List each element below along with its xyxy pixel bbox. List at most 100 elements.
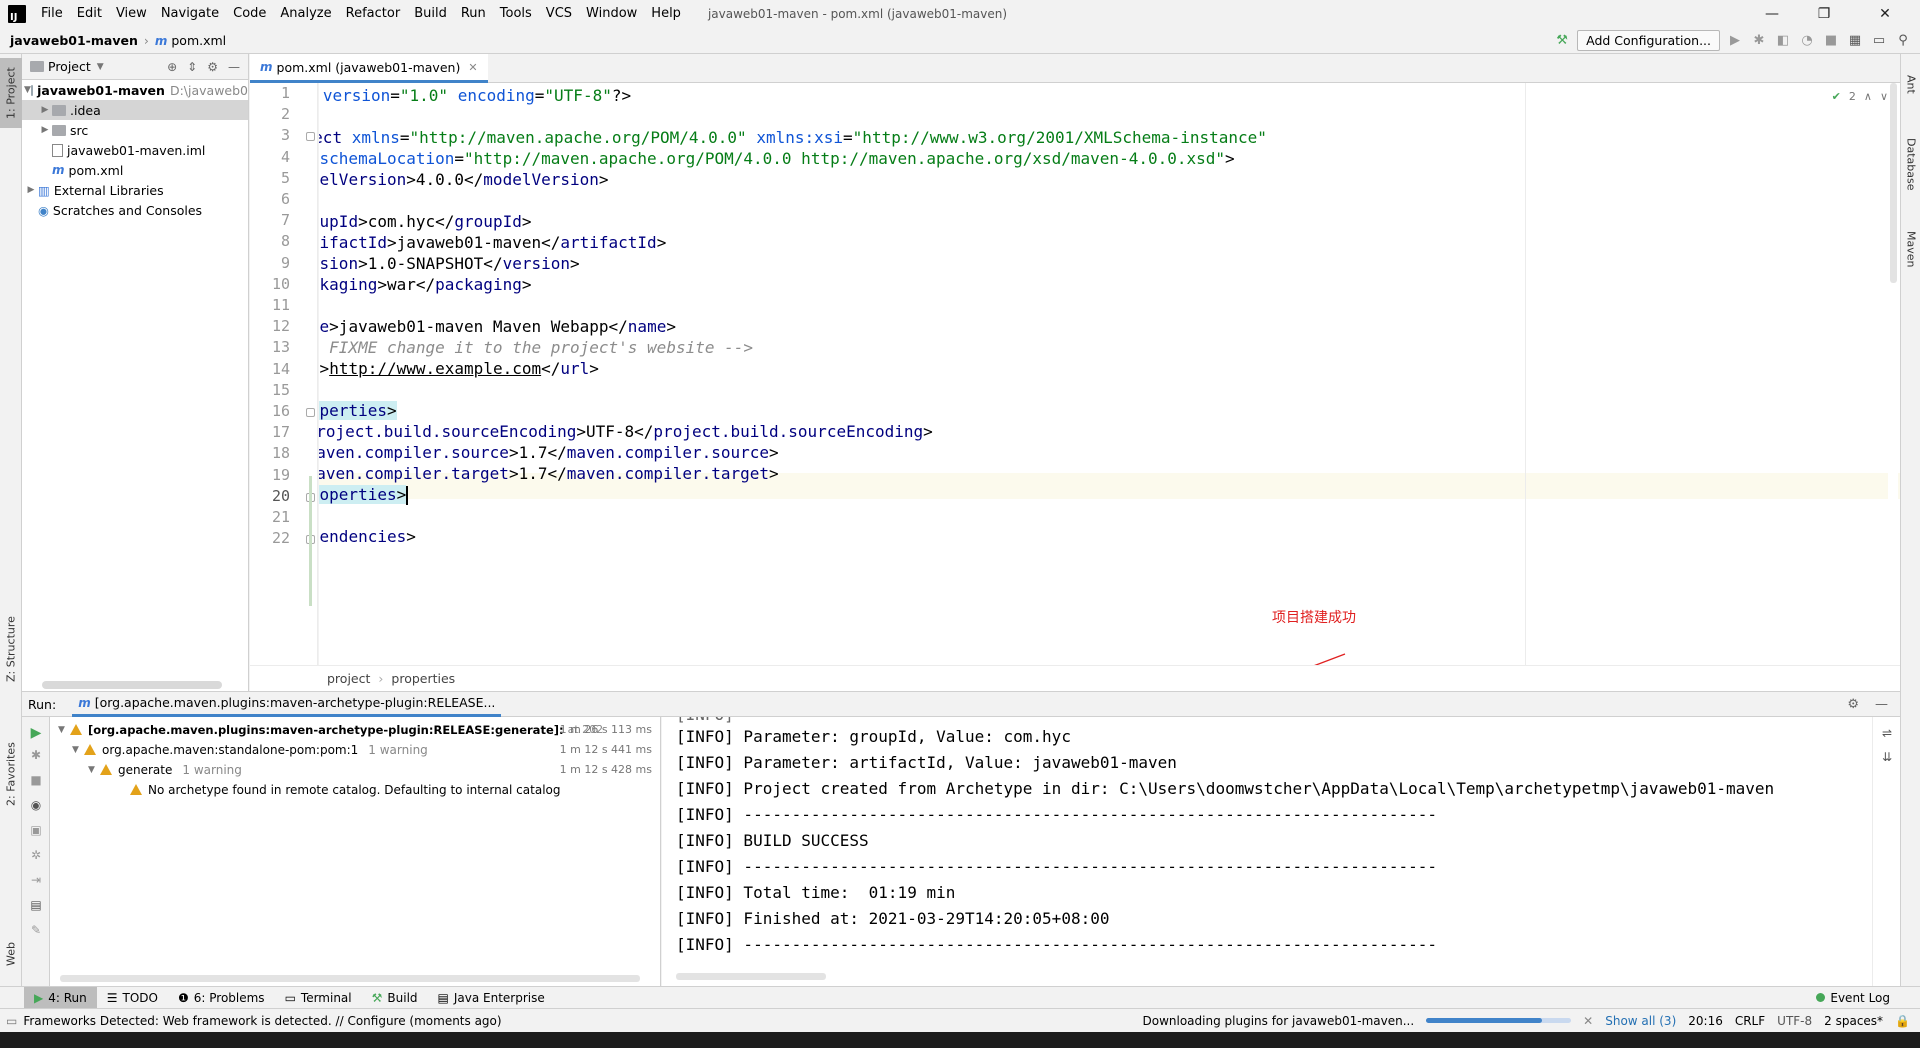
eye-icon[interactable]: ◉	[28, 797, 44, 813]
run-icon[interactable]: ▶	[1726, 32, 1744, 50]
chevron-up-icon[interactable]: ∧	[1864, 90, 1872, 103]
tree-item-project-root[interactable]: ▼ javaweb01-maven D:\javaweb0	[22, 80, 248, 100]
problems-tool-tab[interactable]: ❶ 6: Problems	[168, 987, 275, 1009]
menu-file[interactable]: File	[34, 0, 70, 28]
add-configuration-button[interactable]: Add Configuration...	[1577, 30, 1720, 51]
locate-icon[interactable]: ⊕	[167, 60, 177, 74]
build-hammer-icon[interactable]: ⚒	[1553, 32, 1571, 50]
tree-item-pom[interactable]: m pom.xml	[22, 160, 248, 180]
status-toggle-icon[interactable]: ▭	[6, 1014, 17, 1028]
menu-navigate[interactable]: Navigate	[154, 0, 226, 28]
maven-tool-tab[interactable]: Maven	[1901, 219, 1920, 279]
console-output[interactable]: [INFO] ---------------------------------…	[662, 717, 1872, 986]
lock-icon[interactable]: 🔒	[1895, 1014, 1910, 1028]
run-tree-generate[interactable]: ▼ generate 1 warning 1 m 12 s 428 ms	[88, 760, 658, 780]
build-tool-tab[interactable]: ⚒ Build	[362, 987, 428, 1009]
run-tree-pom[interactable]: ▼ org.apache.maven:standalone-pom:pom:1 …	[72, 740, 658, 760]
structure-tool-tab[interactable]: Z: Structure	[0, 609, 22, 689]
caret-position[interactable]: 20:16	[1688, 1014, 1723, 1028]
stop-icon[interactable]: ■	[28, 772, 44, 788]
search-icon[interactable]: ⚲	[1894, 32, 1912, 50]
collapse-all-icon[interactable]: ⇕	[187, 60, 197, 74]
menu-help[interactable]: Help	[644, 0, 688, 28]
status-message[interactable]: Frameworks Detected: Web framework is de…	[23, 1014, 501, 1028]
tree-item-external-libraries[interactable]: ▶ ▥ External Libraries	[22, 180, 248, 200]
presentation-icon[interactable]: ▭	[1870, 32, 1888, 50]
run-tab[interactable]: m [org.apache.maven.plugins:maven-archet…	[72, 692, 502, 717]
tree-item-src[interactable]: ▶ src	[22, 120, 248, 140]
close-tab-icon[interactable]: ✕	[468, 61, 477, 74]
chevron-down-icon[interactable]: ▼	[72, 740, 84, 760]
breadcrumb-file[interactable]: pom.xml	[171, 33, 226, 48]
chevron-down-icon[interactable]: ▼	[24, 85, 31, 95]
tree-item-scratches[interactable]: ◉ Scratches and Consoles	[22, 200, 248, 220]
console-horizontal-scrollbar[interactable]	[676, 973, 826, 980]
chevron-right-icon[interactable]: ▶	[24, 185, 38, 195]
chevron-down-icon[interactable]: ∨	[1880, 90, 1888, 103]
minimize-button[interactable]: —	[1746, 0, 1798, 28]
tree-item-idea[interactable]: ▶ .idea	[22, 100, 248, 120]
chevron-right-icon[interactable]: ▶	[38, 105, 52, 115]
terminal-tool-tab[interactable]: ▭ Terminal	[275, 987, 362, 1009]
stop-icon[interactable]: ■	[1822, 32, 1840, 50]
project-tool-tab[interactable]: 1: Project	[0, 58, 22, 128]
project-structure-icon[interactable]: ▦	[1846, 32, 1864, 50]
camera-icon[interactable]: ▣	[28, 822, 44, 838]
project-panel-title[interactable]: Project	[48, 59, 91, 74]
menu-vcs[interactable]: VCS	[539, 0, 579, 28]
breadcrumb-project-tag[interactable]: project	[327, 671, 370, 686]
todo-tool-tab[interactable]: ☰ TODO	[97, 987, 168, 1009]
database-tool-tab[interactable]: Database	[1901, 124, 1920, 204]
code-editor[interactable]: <?xml version="1.0" encoding="UTF-8"?> <…	[319, 83, 1900, 665]
project-horizontal-scrollbar[interactable]	[42, 681, 222, 689]
hide-icon[interactable]: —	[228, 60, 240, 74]
menu-tools[interactable]: Tools	[493, 0, 539, 28]
file-encoding[interactable]: UTF-8	[1777, 1014, 1812, 1028]
indent-setting[interactable]: 2 spaces*	[1824, 1014, 1883, 1028]
menu-analyze[interactable]: Analyze	[273, 0, 338, 28]
menu-refactor[interactable]: Refactor	[339, 0, 408, 28]
settings-icon[interactable]: ✲	[28, 847, 44, 863]
tree-item-iml[interactable]: javaweb01-maven.iml	[22, 140, 248, 160]
scroll-to-end-icon[interactable]: ⇊	[1879, 749, 1895, 765]
run-tree-horizontal-scrollbar[interactable]	[60, 975, 640, 982]
fold-marker-icon[interactable]	[306, 408, 315, 417]
editor-vertical-scrollbar[interactable]	[1888, 83, 1898, 665]
web-tool-tab[interactable]: Web	[0, 934, 22, 974]
close-window-button[interactable]: ✕	[1850, 0, 1920, 28]
inspection-widget[interactable]: ✔ 2 ∧ ∨	[1832, 90, 1888, 103]
layout-icon[interactable]: ▤	[28, 897, 44, 913]
menu-edit[interactable]: Edit	[70, 0, 109, 28]
chevron-down-icon[interactable]: ▼	[58, 720, 70, 740]
maximize-button[interactable]: ❐	[1798, 0, 1850, 28]
event-log-tool-tab[interactable]: Event Log	[1816, 991, 1920, 1005]
menu-window[interactable]: Window	[579, 0, 644, 28]
coverage-icon[interactable]: ◧	[1774, 32, 1792, 50]
exit-icon[interactable]: ⇥	[28, 872, 44, 888]
menu-build[interactable]: Build	[407, 0, 454, 28]
rerun-icon[interactable]: ▶	[28, 725, 44, 741]
menu-run[interactable]: Run	[454, 0, 493, 28]
debug-icon[interactable]: ✱	[28, 747, 44, 763]
profile-icon[interactable]: ◔	[1798, 32, 1816, 50]
chevron-right-icon[interactable]: ▶	[38, 125, 52, 135]
fold-marker-icon[interactable]	[306, 132, 315, 142]
menu-view[interactable]: View	[109, 0, 154, 28]
scrollbar-thumb[interactable]	[1890, 83, 1897, 283]
run-tool-tab[interactable]: ▶ 4: Run	[24, 986, 97, 1009]
gear-icon[interactable]: ⚙	[207, 60, 218, 74]
menu-code[interactable]: Code	[226, 0, 273, 28]
background-task-text[interactable]: Downloading plugins for javaweb01-maven.…	[1143, 1014, 1415, 1028]
debug-icon[interactable]: ✱	[1750, 32, 1768, 50]
gear-icon[interactable]: ⚙	[1847, 697, 1859, 712]
cancel-task-icon[interactable]: ✕	[1583, 1014, 1593, 1028]
chevron-down-icon[interactable]: ▼	[97, 62, 104, 72]
line-separator[interactable]: CRLF	[1735, 1014, 1765, 1028]
chevron-down-icon[interactable]: ▼	[88, 760, 100, 780]
editor-tab-pom[interactable]: m pom.xml (javaweb01-maven) ✕	[250, 54, 488, 83]
breadcrumb-project[interactable]: javaweb01-maven	[10, 33, 138, 48]
run-tree-warning[interactable]: No archetype found in remote catalog. De…	[130, 780, 658, 800]
run-tree-root[interactable]: ▼ [org.apache.maven.plugins:maven-archet…	[58, 720, 658, 740]
breadcrumb-properties-tag[interactable]: properties	[391, 671, 455, 686]
favorites-tool-tab[interactable]: 2: Favorites	[0, 734, 22, 814]
